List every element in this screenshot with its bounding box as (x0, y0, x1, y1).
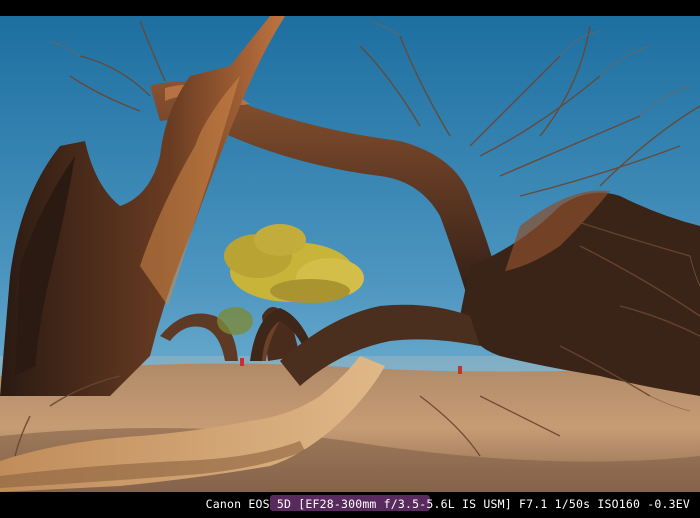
distant-person (240, 358, 244, 366)
photo-illustration (0, 16, 700, 492)
exif-caption: Canon EOS 5D [EF28-300mm f/3.5-5.6L IS U… (205, 497, 690, 511)
caption-bar: Canon EOS 5D [EF28-300mm f/3.5-5.6L IS U… (0, 492, 700, 518)
photo-frame: Canon EOS 5D [EF28-300mm f/3.5-5.6L IS U… (0, 0, 700, 518)
desert-poplar-photo (0, 16, 700, 492)
distant-person (458, 366, 462, 374)
top-border (0, 0, 700, 16)
